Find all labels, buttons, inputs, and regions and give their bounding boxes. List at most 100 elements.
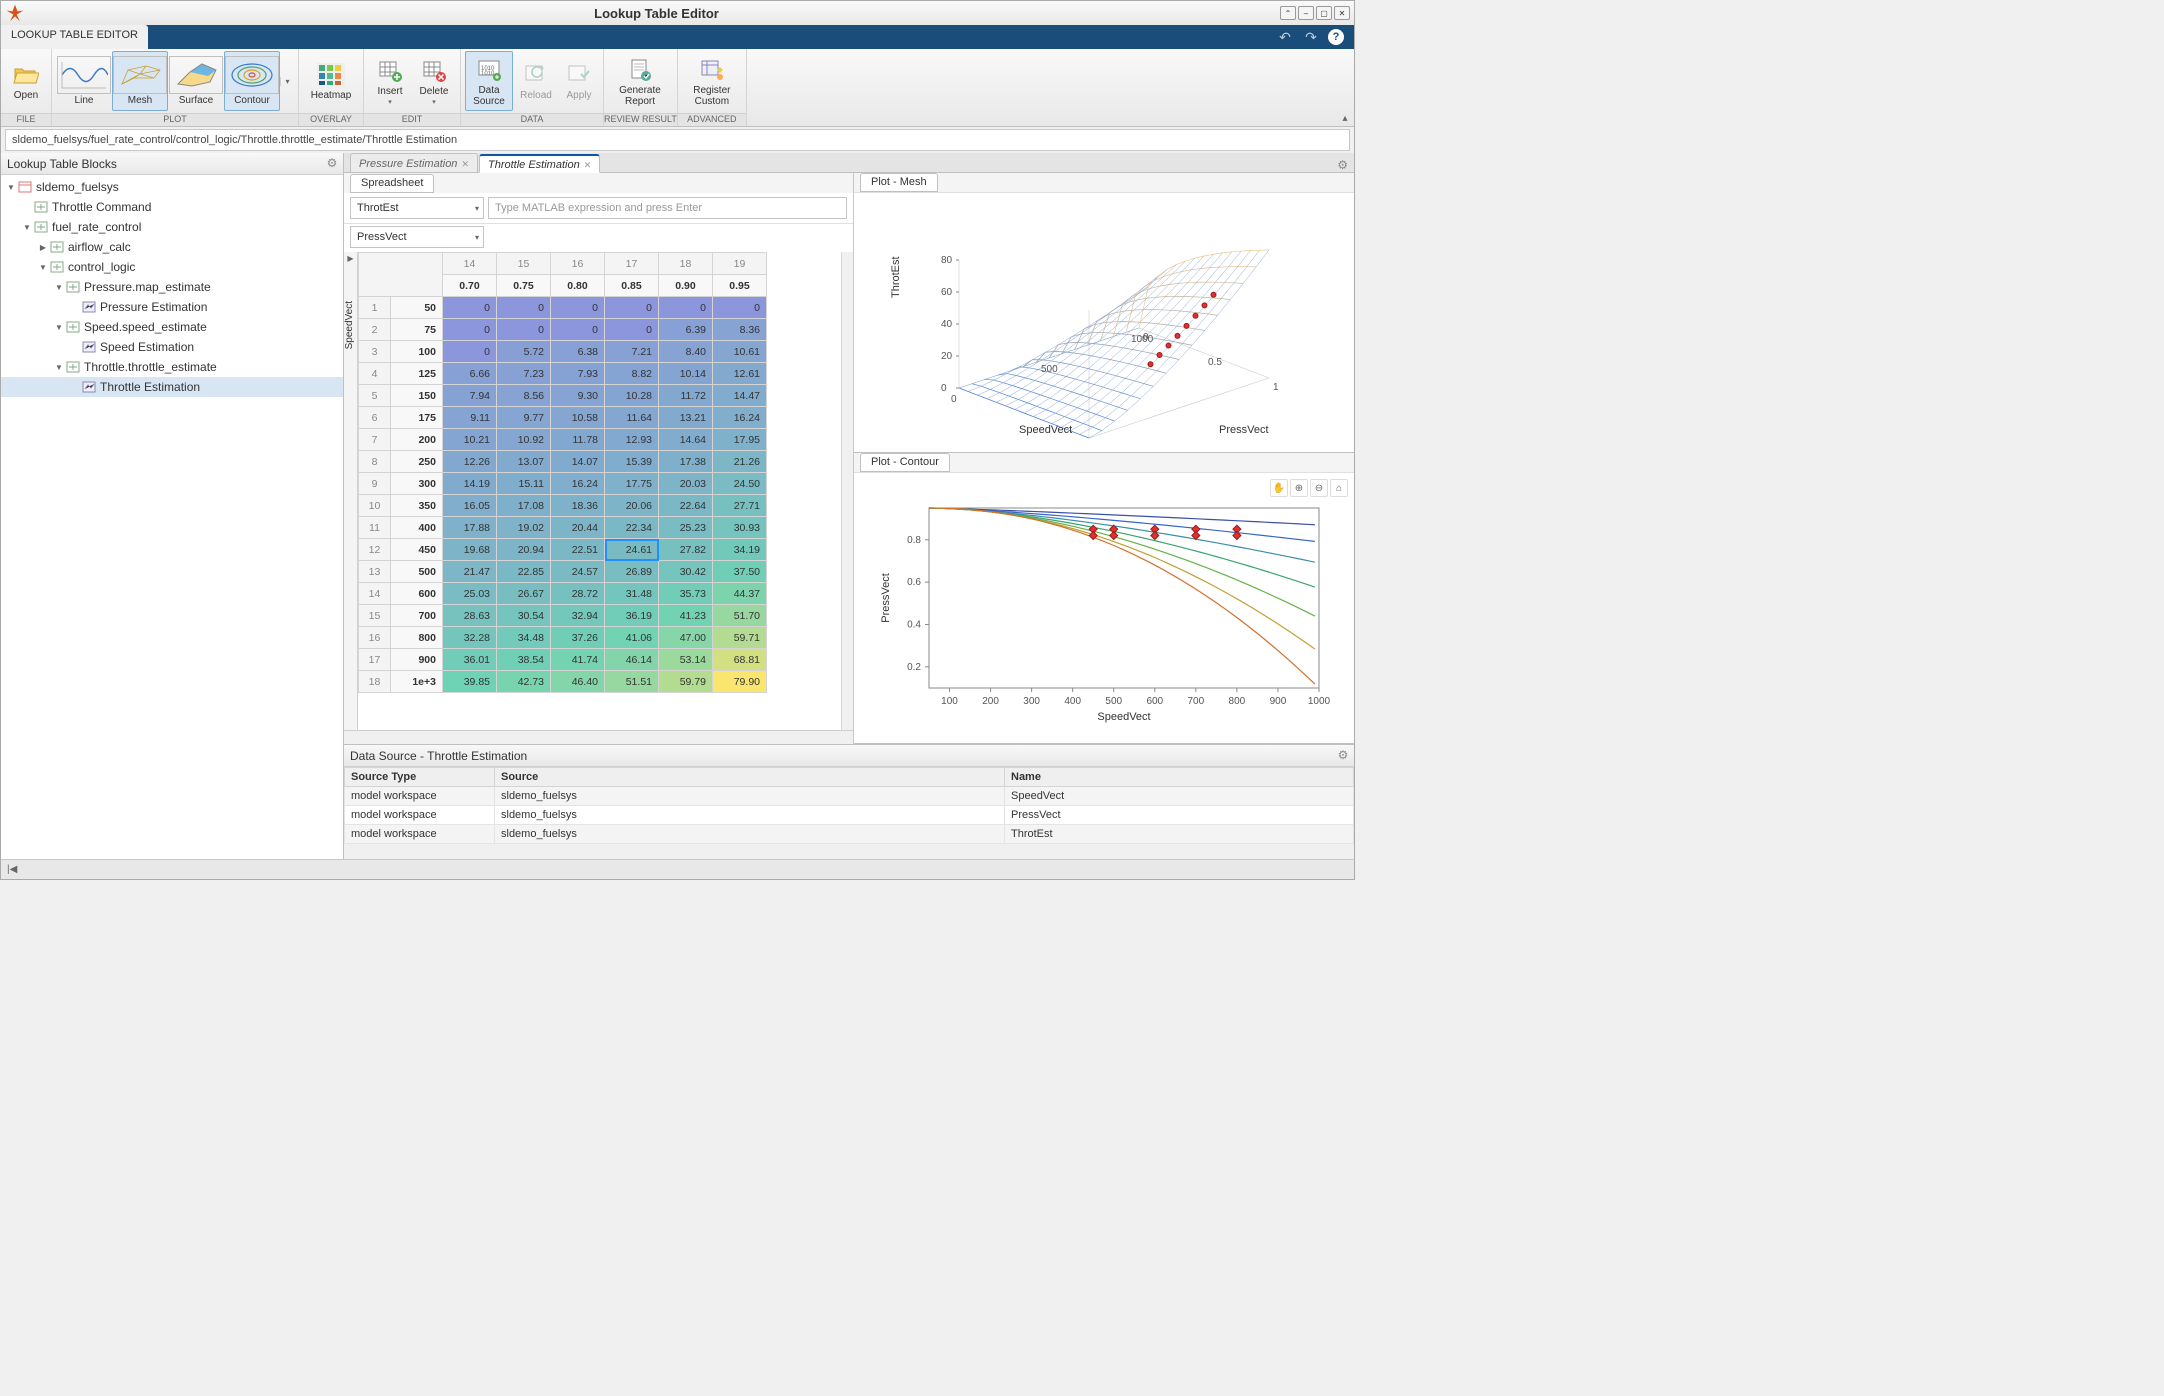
surface-plot-icon [169, 56, 223, 94]
spreadsheet-tab[interactable]: Spreadsheet [350, 174, 434, 193]
sidebar-item-speed-estimation[interactable]: Speed Estimation [1, 337, 343, 357]
tree-item-label: Pressure.map_estimate [84, 280, 211, 294]
open-button[interactable]: Open [5, 51, 47, 111]
svg-text:SpeedVect: SpeedVect [1097, 711, 1150, 723]
data-source-icon: 10101010 [471, 56, 507, 84]
sidebar-item-throttle-throttle-estimate[interactable]: ▼Throttle.throttle_estimate [1, 357, 343, 377]
status-bar: |◀ [1, 859, 1354, 879]
sidebar-item-speed-speed-estimate[interactable]: ▼Speed.speed_estimate [1, 317, 343, 337]
expression-input[interactable]: Type MATLAB expression and press Enter [488, 197, 847, 219]
folder-open-icon [8, 61, 44, 89]
window-title: Lookup Table Editor [33, 6, 1280, 21]
sidebar-item-fuel-rate-control[interactable]: ▼fuel_rate_control [1, 217, 343, 237]
plot-mesh-button[interactable]: Mesh [112, 51, 168, 111]
gear-icon[interactable]: ⚙ [1336, 748, 1350, 762]
window-maximize-button[interactable]: ▢ [1316, 6, 1332, 20]
gear-icon[interactable]: ⚙ [1331, 158, 1354, 172]
sidebar-item-pressure-map-estimate[interactable]: ▼ Pressure.map_estimate [1, 277, 343, 297]
tree-item-label: airflow_calc [68, 240, 131, 254]
svg-text:100: 100 [941, 696, 958, 707]
data-source-header: Data Source - Throttle Estimation⚙ [344, 745, 1354, 767]
plot-mesh-tab[interactable]: Plot - Mesh [860, 173, 938, 192]
horizontal-scrollbar[interactable] [344, 730, 853, 744]
data-grid[interactable]: 1415161718190.700.750.800.850.900.951500… [358, 252, 841, 730]
tree-item-label: Speed Estimation [100, 340, 194, 354]
insert-button[interactable]: Insert▾ [368, 51, 412, 111]
expander-icon[interactable]: ▼ [21, 223, 33, 232]
sidebar-item-sldemo-fuelsys[interactable]: ▼sldemo_fuelsys [1, 177, 343, 197]
plot-contour-button[interactable]: Contour [224, 51, 280, 111]
svg-text:0: 0 [951, 394, 957, 405]
tree-item-label: control_logic [68, 260, 135, 274]
zoom-in-icon[interactable]: ⊕ [1290, 479, 1308, 497]
title-bar: Lookup Table Editor ⌃ – ▢ ✕ [1, 1, 1354, 25]
help-button[interactable]: ? [1328, 29, 1344, 45]
mesh-plot-canvas[interactable]: 020406080ThrotEstSpeedVectPressVect05001… [854, 193, 1354, 452]
svg-text:80: 80 [941, 255, 953, 266]
redo-button[interactable]: ↷ [1302, 28, 1320, 46]
svg-text:60: 60 [941, 287, 953, 298]
expander-icon[interactable]: ▼ [53, 283, 65, 292]
contour-plot-canvas[interactable]: ✋ ⊕ ⊖ ⌂ 10020030040050060070080090010000… [854, 473, 1354, 743]
delete-button[interactable]: Delete▾ [412, 51, 456, 111]
data-source-table[interactable]: Source TypeSourceNamemodel workspaceslde… [344, 767, 1354, 859]
sidebar-item-pressure-estimation[interactable]: Pressure Estimation [1, 297, 343, 317]
pan-icon[interactable]: ✋ [1270, 479, 1288, 497]
ribbon: Open FILE Line Mesh Surface Contour ▾ PL… [1, 49, 1354, 127]
window-roll-button[interactable]: ⌃ [1280, 6, 1296, 20]
sidebar-item-throttle-estimation[interactable]: Throttle Estimation [1, 377, 343, 397]
plot-contour-tab[interactable]: Plot - Contour [860, 453, 950, 472]
matlab-logo-icon [5, 3, 25, 23]
undo-button[interactable]: ↶ [1276, 28, 1294, 46]
expander-icon[interactable]: ▼ [5, 183, 17, 192]
register-custom-button[interactable]: Register Custom [682, 51, 742, 111]
sidebar-item-throttle-command[interactable]: Throttle Command [1, 197, 343, 217]
block-icon [33, 219, 49, 235]
output-var-combo[interactable]: ThrotEst▾ [350, 197, 484, 219]
close-icon[interactable]: ✕ [461, 159, 469, 170]
window-minimize-button[interactable]: – [1298, 6, 1314, 20]
goto-start-icon[interactable]: |◀ [7, 864, 17, 875]
expander-icon[interactable]: ▶ [37, 243, 49, 252]
sidebar-item-airflow-calc[interactable]: ▶ airflow_calc [1, 237, 343, 257]
report-icon [622, 56, 658, 84]
svg-text:1: 1 [1273, 382, 1279, 393]
svg-text:PressVect: PressVect [1219, 424, 1269, 436]
tree-item-label: Throttle Command [52, 200, 151, 214]
plot-line-button[interactable]: Line [56, 51, 112, 111]
plot-surface-button[interactable]: Surface [168, 51, 224, 111]
heatmap-button[interactable]: Heatmap [303, 51, 359, 111]
window-close-button[interactable]: ✕ [1334, 6, 1350, 20]
vertical-scrollbar[interactable] [841, 252, 853, 730]
reload-button: Reload [513, 51, 559, 111]
home-icon[interactable]: ⌂ [1330, 479, 1348, 497]
tab-pressure-estimation[interactable]: Pressure Estimation✕ [350, 153, 478, 172]
generate-report-button[interactable]: Generate Report [608, 51, 672, 111]
svg-text:0.6: 0.6 [907, 577, 921, 588]
lookup-blocks-header: Lookup Table Blocks⚙ [1, 153, 343, 175]
block-icon [49, 259, 65, 275]
data-source-button[interactable]: 10101010Data Source [465, 51, 513, 111]
zoom-out-icon[interactable]: ⊖ [1310, 479, 1328, 497]
plot-gallery-expand[interactable]: ▾ [280, 77, 294, 86]
expander-icon[interactable]: ▼ [53, 323, 65, 332]
svg-text:0.4: 0.4 [907, 619, 921, 630]
close-icon[interactable]: ✕ [584, 160, 592, 171]
register-icon [694, 56, 730, 84]
ribbon-minimize-button[interactable]: ▴ [1336, 49, 1354, 126]
svg-text:PressVect: PressVect [880, 573, 892, 623]
sidebar-item-control-logic[interactable]: ▼ control_logic [1, 257, 343, 277]
block-icon [49, 239, 65, 255]
open-label: Open [14, 90, 38, 101]
block-icon [65, 279, 81, 295]
column-var-combo[interactable]: PressVect▾ [350, 226, 484, 248]
lookup-blocks-tree[interactable]: ▼sldemo_fuelsys Throttle Command ▼fuel_rat… [1, 175, 343, 859]
model-path-bar[interactable]: sldemo_fuelsys/fuel_rate_control/control… [5, 129, 1350, 151]
expand-arrow-icon[interactable]: ▶ [344, 252, 357, 265]
expander-icon[interactable]: ▼ [37, 263, 49, 272]
tab-throttle-estimation[interactable]: Throttle Estimation✕ [479, 154, 600, 173]
toolstrip-tab[interactable]: LOOKUP TABLE EDITOR [1, 25, 148, 49]
expander-icon[interactable]: ▼ [53, 363, 65, 372]
gear-icon[interactable]: ⚙ [325, 156, 339, 170]
svg-text:500: 500 [1041, 364, 1058, 375]
